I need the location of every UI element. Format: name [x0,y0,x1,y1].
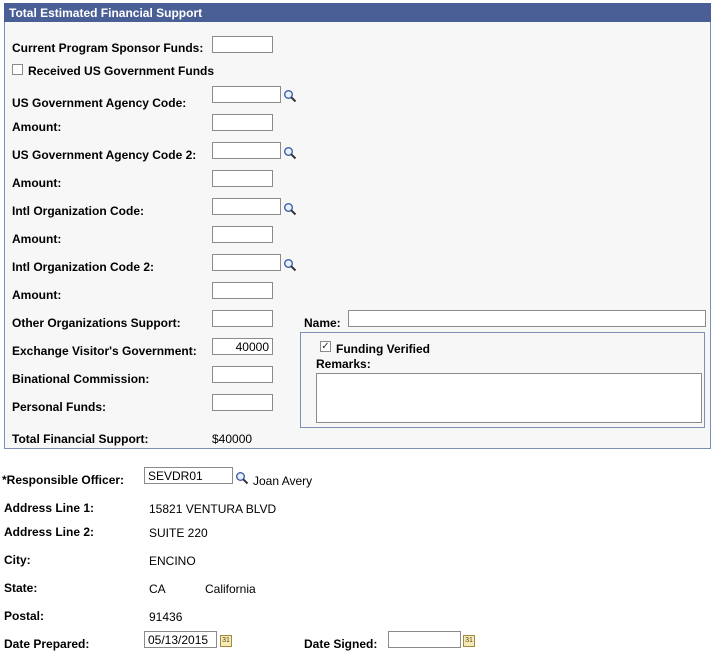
name-input[interactable] [348,310,706,327]
address2-label: Address Line 2: [4,525,95,539]
officer-name: Joan Avery [253,474,313,488]
personal-funds-label: Personal Funds: [12,400,107,414]
section-title: Total Estimated Financial Support [4,3,711,22]
current-program-sponsor-funds-input[interactable] [212,36,273,53]
us-gov-agency-code2-label: US Government Agency Code 2: [12,148,197,162]
address1-label: Address Line 1: [4,501,95,515]
received-us-gov-funds-checkbox[interactable] [12,64,23,75]
city-label: City: [4,553,31,567]
magnifier-icon[interactable] [235,471,249,485]
state-code: CA [149,582,166,596]
received-us-gov-funds-label: Received US Government Funds [28,64,215,78]
total-financial-support-value: $40000 [212,432,253,446]
us-gov-agency-code-input[interactable] [212,86,281,103]
magnifier-icon[interactable] [283,146,297,160]
responsible-officer-input[interactable] [144,467,233,484]
amount-label-2: Amount: [12,176,62,190]
postal-value: 91436 [149,610,183,624]
exchange-visitor-gov-label: Exchange Visitor's Government: [12,344,197,358]
date-prepared-input[interactable] [144,631,217,648]
binational-commission-label: Binational Commission: [12,372,150,386]
personal-funds-input[interactable] [212,394,273,411]
city-value: ENCINO [149,554,196,568]
address2-value: SUITE 220 [149,526,208,540]
intl-org-code2-input[interactable] [212,254,281,271]
magnifier-icon[interactable] [283,258,297,272]
amount-label-1: Amount: [12,120,62,134]
us-gov-agency-code2-input[interactable] [212,142,281,159]
address1-value: 15821 VENTURA BLVD [149,502,277,516]
date-prepared-label: Date Prepared: [4,637,90,651]
postal-label: Postal: [4,609,45,623]
responsible-officer-label: *Responsible Officer: [2,473,125,487]
calendar-icon[interactable]: 31 [463,635,475,647]
magnifier-icon[interactable] [283,89,297,103]
intl-org-code2-label: Intl Organization Code 2: [12,260,155,274]
calendar-icon[interactable]: 31 [220,635,232,647]
funding-verified-label: Funding Verified [336,342,431,356]
amount-label-3: Amount: [12,232,62,246]
amount-input-2[interactable] [212,170,273,187]
amount-label-4: Amount: [12,288,62,302]
intl-org-code-label: Intl Organization Code: [12,204,144,218]
funding-verified-checkbox[interactable]: ✓ [320,341,331,352]
amount-input-4[interactable] [212,282,273,299]
date-signed-label: Date Signed: [304,637,378,651]
current-program-sponsor-funds-label: Current Program Sponsor Funds: [12,41,204,55]
magnifier-icon[interactable] [283,202,297,216]
amount-input-3[interactable] [212,226,273,243]
total-financial-support-label: Total Financial Support: [12,432,149,446]
binational-commission-input[interactable] [212,366,273,383]
intl-org-code-input[interactable] [212,198,281,215]
date-signed-input[interactable] [388,631,461,648]
remarks-textarea[interactable] [316,373,702,423]
state-label: State: [4,581,38,595]
remarks-label: Remarks: [316,357,371,371]
other-org-support-label: Other Organizations Support: [12,316,181,330]
exchange-visitor-gov-input[interactable] [212,338,273,355]
amount-input-1[interactable] [212,114,273,131]
name-label: Name: [304,316,341,330]
state-name: California [205,582,256,596]
other-org-support-input[interactable] [212,310,273,327]
us-gov-agency-code-label: US Government Agency Code: [12,96,187,110]
